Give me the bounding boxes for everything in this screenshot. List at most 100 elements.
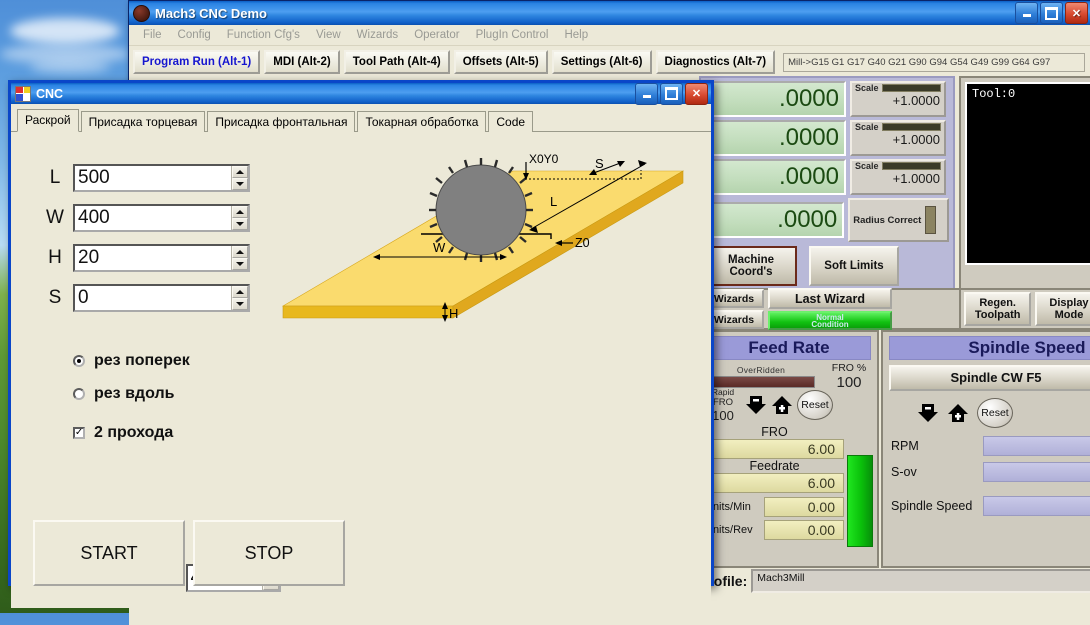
toolpath-display[interactable]: Tool:0 (965, 82, 1090, 265)
spindle-speed-value[interactable]: 0 (983, 496, 1090, 516)
feed-increase-icon[interactable] (771, 395, 793, 415)
field-row-l: L (37, 164, 250, 192)
radio-label-rez-poperek: рез поперек (94, 352, 190, 369)
tab-mdi[interactable]: MDI (Alt-2) (264, 50, 340, 74)
fro-percent-value[interactable]: 100 (821, 374, 877, 391)
close-icon[interactable]: ✕ (1065, 2, 1088, 24)
tab-offsets[interactable]: Offsets (Alt-5) (453, 50, 548, 74)
dro-row: .0000 Scale +1.0000 (701, 78, 953, 117)
spindle-increase-icon[interactable] (947, 403, 969, 423)
menu-file[interactable]: File (135, 27, 170, 43)
s-ov-value[interactable]: 0 (983, 462, 1090, 482)
tab-raskroy[interactable]: Раскрой (17, 109, 79, 132)
mach3-titlebar: Mach3 CNC Demo ✕ (129, 1, 1090, 25)
radius-correct-toggle[interactable]: Radius Correct (848, 198, 949, 242)
radio-icon-unselected[interactable] (73, 388, 85, 400)
workpiece-diagram: X0Y0 S L W Z0 H (273, 146, 693, 336)
tab-code[interactable]: Code (488, 111, 534, 132)
spindle-decrease-icon[interactable] (917, 403, 939, 423)
spinner-s[interactable] (73, 284, 250, 312)
cnc-tab-panel: L W H (11, 132, 711, 608)
checkbox-2-prohoda[interactable]: ✓ 2 прохода (73, 424, 173, 442)
dro-row: .0000 Radius Correct (701, 195, 953, 242)
spinner-h[interactable] (73, 244, 250, 272)
spinner-l[interactable] (73, 164, 250, 192)
feedrate-row-value[interactable]: 6.00 (705, 473, 844, 493)
spinner-up-w[interactable] (232, 206, 248, 218)
tab-prisadka-tortsevaya[interactable]: Присадка торцевая (80, 111, 206, 132)
start-button[interactable]: START (33, 520, 185, 586)
scale-box-x[interactable]: Scale +1.0000 (850, 81, 946, 117)
spinner-up-l[interactable] (232, 166, 248, 178)
spinner-up-h[interactable] (232, 246, 248, 258)
menu-plugin-control[interactable]: PlugIn Control (468, 27, 557, 43)
label-h: H (48, 247, 62, 268)
scale-value: +1.0000 (892, 132, 940, 147)
feed-reset-button[interactable]: Reset (797, 390, 833, 420)
mach3-tab-row: Program Run (Alt-1) MDI (Alt-2) Tool Pat… (129, 46, 1090, 76)
maximize-icon[interactable] (660, 82, 683, 105)
spinner-w[interactable] (73, 204, 250, 232)
scale-box-y[interactable]: Scale +1.0000 (850, 120, 946, 156)
field-row-w: W (37, 204, 250, 232)
feed-decrease-icon[interactable] (745, 395, 767, 415)
cnc-tab-strip: Раскрой Присадка торцевая Присадка фронт… (11, 104, 711, 132)
maximize-icon[interactable] (1040, 2, 1063, 24)
menu-operator[interactable]: Operator (406, 27, 467, 43)
input-l[interactable] (75, 166, 231, 190)
display-mode-button[interactable]: Display Mode (1035, 292, 1090, 326)
spinner-down-w[interactable] (232, 218, 248, 230)
spindle-cw-button[interactable]: Spindle CW F5 (889, 365, 1090, 391)
spinner-down-l[interactable] (232, 178, 248, 190)
spinner-down-s[interactable] (232, 298, 248, 310)
radio-icon-selected[interactable] (73, 355, 85, 367)
tab-diagnostics[interactable]: Diagnostics (Alt-7) (655, 50, 776, 74)
last-wizard-button[interactable]: Last Wizard (768, 288, 892, 309)
dro-value-y[interactable]: .0000 (705, 120, 846, 156)
dro-value-z[interactable]: .0000 (705, 159, 846, 195)
tab-tokarnaya-obrabotka[interactable]: Токарная обработка (357, 111, 487, 132)
dro-value-x[interactable]: .0000 (705, 81, 846, 117)
profile-value[interactable]: Mach3Mill (751, 569, 1090, 593)
units-rev-value[interactable]: 0.00 (764, 520, 844, 540)
spindle-reset-button[interactable]: Reset (977, 398, 1013, 428)
input-s[interactable] (75, 286, 231, 310)
radio-rez-vdol[interactable]: рез вдоль (73, 385, 174, 403)
menu-function-cfgs[interactable]: Function Cfg's (219, 27, 308, 43)
menu-config[interactable]: Config (170, 27, 219, 43)
input-w[interactable] (75, 206, 231, 230)
diagram-label-z0: Z0 (575, 236, 590, 250)
fro-row-value[interactable]: 6.00 (705, 439, 844, 459)
scale-label: Scale (855, 83, 879, 93)
tab-program-run[interactable]: Program Run (Alt-1) (133, 50, 261, 74)
close-icon[interactable]: ✕ (685, 82, 708, 105)
tab-settings[interactable]: Settings (Alt-6) (551, 50, 652, 74)
spinner-up-s[interactable] (232, 286, 248, 298)
minimize-icon[interactable] (635, 82, 658, 105)
label-l: L (49, 167, 61, 188)
regen-toolpath-button[interactable]: Regen. Toolpath (964, 292, 1032, 326)
spinner-down-h[interactable] (232, 258, 248, 270)
tool-number-label: Tool:0 (972, 87, 1016, 101)
minimize-icon[interactable] (1015, 2, 1038, 24)
menu-wizards[interactable]: Wizards (349, 27, 407, 43)
machine-coords-button[interactable]: Machine Coord's (705, 246, 797, 286)
soft-limits-button[interactable]: Soft Limits (809, 246, 899, 286)
scale-box-z[interactable]: Scale +1.0000 (850, 159, 946, 195)
spindle-speed-label: Spindle Speed (891, 499, 973, 513)
checkbox-icon-checked[interactable]: ✓ (73, 427, 85, 439)
dro-value-a[interactable]: .0000 (705, 202, 845, 238)
menu-help[interactable]: Help (556, 27, 596, 43)
radio-rez-poperek[interactable]: рез поперек (73, 352, 190, 370)
spinner-buttons-s (231, 286, 248, 310)
condition-line-2: Condition (811, 319, 849, 329)
stop-button[interactable]: STOP (193, 520, 345, 586)
rpm-value[interactable]: 0 (983, 436, 1090, 456)
scale-bar-icon (881, 84, 941, 92)
units-min-value[interactable]: 0.00 (764, 497, 844, 517)
tab-prisadka-frontalnaya[interactable]: Присадка фронтальная (207, 111, 356, 132)
overridden-label: OverRidden (736, 365, 786, 375)
input-h[interactable] (75, 246, 231, 270)
menu-view[interactable]: View (308, 27, 349, 43)
tab-tool-path[interactable]: Tool Path (Alt-4) (343, 50, 450, 74)
